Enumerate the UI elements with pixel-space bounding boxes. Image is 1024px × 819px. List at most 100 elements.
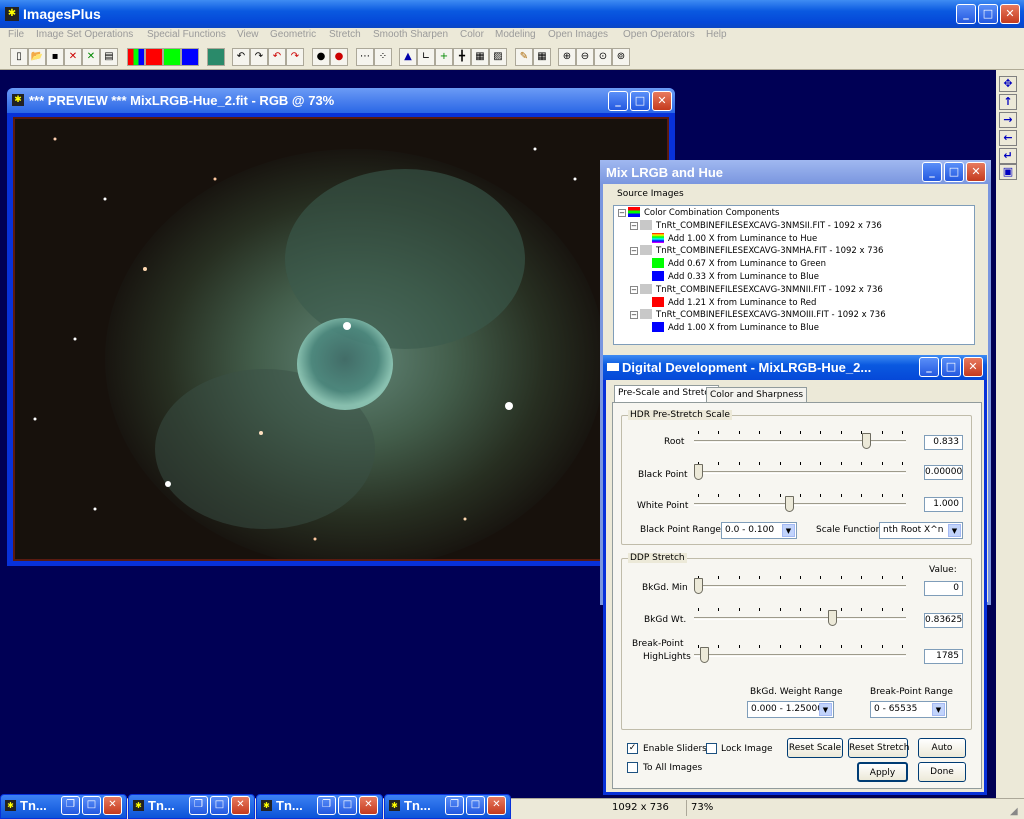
dots-icon[interactable]: ⋯ <box>356 48 374 66</box>
min-restore-button[interactable]: ❐ <box>445 796 464 815</box>
scale-function-select[interactable]: nth Root X^n ▼ <box>879 522 963 539</box>
tree-node[interactable]: − TnRt_COMBINEFILESEXCAVG-3NMHA.FIT - 109… <box>630 245 883 258</box>
zoom-fit-icon[interactable]: ⊙ <box>594 48 612 66</box>
maximize-button[interactable]: □ <box>978 4 998 24</box>
menu-file[interactable]: File <box>8 29 24 40</box>
ddp-close-button[interactable]: ✕ <box>963 357 983 377</box>
undo-icon[interactable]: ↶ <box>232 48 250 66</box>
ddp-maximize-button[interactable]: □ <box>941 357 961 377</box>
minimized-window[interactable]: ✱ Tn... ❐ □ ✕ <box>256 794 383 819</box>
reset-scale-button[interactable]: Reset Scale <box>787 738 843 758</box>
zoom-actual-icon[interactable]: ⊚ <box>612 48 630 66</box>
menu-color[interactable]: Color <box>460 29 484 40</box>
grid-icon[interactable] <box>207 48 225 66</box>
black-point-slider[interactable] <box>694 462 906 486</box>
zoom-in-icon[interactable]: ⊕ <box>558 48 576 66</box>
menu-modeling[interactable]: Modeling <box>495 29 536 40</box>
black-point-range-select[interactable]: 0.0 - 0.100 ▼ <box>721 522 797 539</box>
arrow-up-icon[interactable]: ↑ <box>999 94 1017 110</box>
min-maximize-button[interactable]: □ <box>466 796 485 815</box>
circle-dark-icon[interactable]: ● <box>312 48 330 66</box>
source-tree[interactable]: − Color Combination Components − TnRt_COMBI… <box>613 205 975 345</box>
root-slider[interactable] <box>694 431 906 455</box>
resize-grip-icon[interactable]: ◢ <box>1010 806 1018 817</box>
tab-prescale[interactable]: Pre-Scale and Stretch <box>614 385 719 403</box>
red-square-icon[interactable] <box>145 48 163 66</box>
undo-red-icon[interactable]: ↶ <box>268 48 286 66</box>
enable-sliders-checkbox[interactable]: ✓ <box>627 743 638 754</box>
new-icon[interactable]: ▯ <box>10 48 28 66</box>
preview-close-button[interactable]: ✕ <box>652 91 672 111</box>
bkgd-min-slider[interactable] <box>694 576 906 600</box>
break-point-value[interactable]: 1785 <box>924 649 963 664</box>
bkgd-wt-slider[interactable] <box>694 608 906 632</box>
bkgd-min-value[interactable]: 0 <box>924 581 963 596</box>
preview-image[interactable] <box>13 117 669 561</box>
circle-red-icon[interactable]: ● <box>330 48 348 66</box>
min-restore-button[interactable]: ❐ <box>317 796 336 815</box>
tree-node[interactable]: − Color Combination Components <box>618 207 779 220</box>
ddp-minimize-button[interactable]: _ <box>919 357 939 377</box>
minimize-button[interactable]: _ <box>956 4 976 24</box>
menu-smooth-sharpen[interactable]: Smooth Sharpen <box>373 29 448 40</box>
mix-close-button[interactable]: ✕ <box>966 162 986 182</box>
menu-view[interactable]: View <box>237 29 259 40</box>
close-red-icon[interactable]: ✕ <box>64 48 82 66</box>
close-button[interactable]: ✕ <box>1000 4 1020 24</box>
axes-icon[interactable]: ∟ <box>417 48 435 66</box>
save-icon[interactable]: ▪ <box>46 48 64 66</box>
white-point-slider[interactable] <box>694 494 906 518</box>
crosshair-icon[interactable]: ╋ <box>453 48 471 66</box>
min-maximize-button[interactable]: □ <box>82 796 101 815</box>
min-restore-button[interactable]: ❐ <box>189 796 208 815</box>
slider-thumb[interactable] <box>785 496 794 512</box>
print-icon[interactable]: ▤ <box>100 48 118 66</box>
min-maximize-button[interactable]: □ <box>338 796 357 815</box>
lock-image-checkbox[interactable] <box>706 743 717 754</box>
expand-icon[interactable]: − <box>630 247 638 256</box>
minimized-window[interactable]: ✱ Tn... ❐ □ ✕ <box>384 794 511 819</box>
preview-minimize-button[interactable]: _ <box>608 91 628 111</box>
preview-maximize-button[interactable]: □ <box>630 91 650 111</box>
blue-square-icon[interactable] <box>181 48 199 66</box>
tree-node[interactable]: − TnRt_COMBINEFILESEXCAVG-3NMOIII.FIT - 1… <box>630 309 886 322</box>
open-icon[interactable]: 📂 <box>28 48 46 66</box>
rgb-bars-icon[interactable] <box>127 48 145 66</box>
mix-maximize-button[interactable]: □ <box>944 162 964 182</box>
minimized-window[interactable]: ✱ Tn... ❐ □ ✕ <box>0 794 127 819</box>
close-green-icon[interactable]: ✕ <box>82 48 100 66</box>
expand-icon[interactable]: − <box>630 311 638 320</box>
histogram-icon[interactable]: ▲ <box>399 48 417 66</box>
min-close-button[interactable]: ✕ <box>231 796 250 815</box>
menu-open-operators[interactable]: Open Operators <box>623 29 695 40</box>
slider-thumb[interactable] <box>700 647 709 663</box>
min-close-button[interactable]: ✕ <box>359 796 378 815</box>
menu-geometric[interactable]: Geometric <box>270 29 316 40</box>
min-maximize-button[interactable]: □ <box>210 796 229 815</box>
tree-node[interactable]: − TnRt_COMBINEFILESEXCAVG-3NMNII.FIT - 10… <box>630 283 883 297</box>
copy-icon[interactable]: ▣ <box>999 164 1017 180</box>
done-button[interactable]: Done <box>918 762 966 782</box>
redo-red-icon[interactable]: ↷ <box>286 48 304 66</box>
min-restore-button[interactable]: ❐ <box>61 796 80 815</box>
pencil-icon[interactable]: ✎ <box>515 48 533 66</box>
tree-leaf[interactable]: Add 1.21 X from Luminance to Red <box>642 296 816 310</box>
expand-icon[interactable]: − <box>618 209 626 217</box>
black-point-value[interactable]: 0.00000 <box>924 465 963 480</box>
root-value[interactable]: 0.833 <box>924 435 963 450</box>
break-point-slider[interactable] <box>694 645 906 669</box>
arrow-left-icon[interactable]: ← <box>999 130 1017 146</box>
points-icon[interactable]: ⁘ <box>374 48 392 66</box>
slider-thumb[interactable] <box>694 464 703 480</box>
min-close-button[interactable]: ✕ <box>487 796 506 815</box>
tree-node[interactable]: − TnRt_COMBINEFILESEXCAVG-3NMSII.FIT - 10… <box>630 219 882 233</box>
crosshair-plus-icon[interactable]: + <box>435 48 453 66</box>
menu-help[interactable]: Help <box>706 29 727 40</box>
arrow-right-icon[interactable]: → <box>999 112 1017 128</box>
tree-leaf[interactable]: Add 0.67 X from Luminance to Green <box>642 258 826 271</box>
expand-icon[interactable]: − <box>630 285 638 294</box>
slider-thumb[interactable] <box>862 433 871 449</box>
tree-leaf[interactable]: Add 1.00 X from Luminance to Blue <box>642 322 819 335</box>
arrow-down-left-icon[interactable]: ↵ <box>999 148 1017 164</box>
slider-thumb[interactable] <box>828 610 837 626</box>
